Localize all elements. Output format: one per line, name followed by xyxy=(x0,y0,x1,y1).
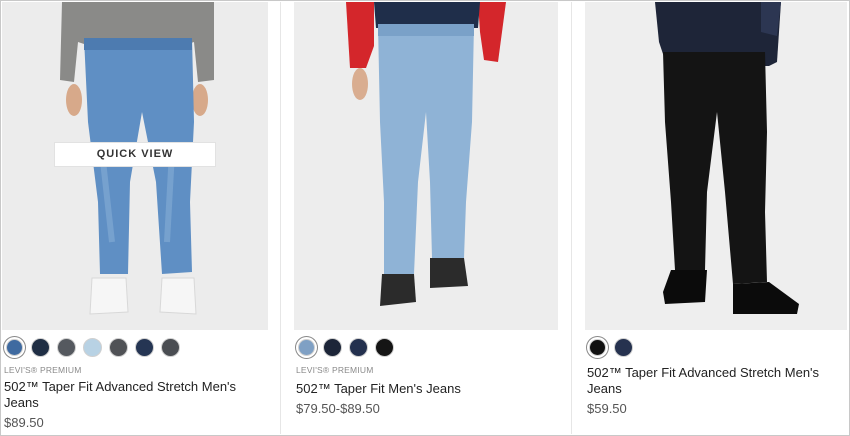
product-price: $89.50 xyxy=(4,415,44,430)
color-swatch[interactable] xyxy=(614,337,633,357)
quick-view-button[interactable]: QUICK VIEW xyxy=(54,142,216,167)
color-swatch[interactable] xyxy=(135,337,154,357)
product-brand: LEVI'S® PREMIUM xyxy=(4,365,82,375)
product-image[interactable] xyxy=(294,2,558,330)
product-price: $59.50 xyxy=(587,401,627,416)
product-price: $79.50-$89.50 xyxy=(296,401,380,416)
column-divider xyxy=(280,2,281,434)
color-swatches xyxy=(2,337,268,357)
color-swatch[interactable] xyxy=(298,338,315,356)
color-swatches xyxy=(585,337,847,357)
column-divider xyxy=(571,2,572,434)
product-name[interactable]: 502™ Taper Fit Men's Jeans xyxy=(294,381,558,397)
product-image[interactable]: QUICK VIEW xyxy=(2,2,268,330)
product-card[interactable]: 502™ Taper Fit Advanced Stretch Men's Je… xyxy=(585,2,847,416)
product-brand: LEVI'S® PREMIUM xyxy=(296,365,374,375)
product-name[interactable]: 502™ Taper Fit Advanced Stretch Men's Je… xyxy=(585,365,847,397)
color-swatch[interactable] xyxy=(6,338,23,356)
color-swatch[interactable] xyxy=(375,337,394,357)
product-card[interactable]: LEVI'S® PREMIUM 502™ Taper Fit Men's Jea… xyxy=(294,2,558,416)
color-swatch[interactable] xyxy=(57,337,76,357)
color-swatch[interactable] xyxy=(349,337,368,357)
product-image[interactable] xyxy=(585,2,847,330)
color-swatch[interactable] xyxy=(589,338,606,356)
color-swatch[interactable] xyxy=(323,337,342,357)
color-swatches xyxy=(294,337,558,357)
color-swatch[interactable] xyxy=(31,337,50,357)
product-card[interactable]: QUICK VIEW LEVI'S® PREMIUM 502™ Taper Fi… xyxy=(2,2,268,430)
color-swatch[interactable] xyxy=(83,337,102,357)
color-swatch[interactable] xyxy=(109,337,128,357)
color-swatch[interactable] xyxy=(161,337,180,357)
product-name[interactable]: 502™ Taper Fit Advanced Stretch Men's Je… xyxy=(2,379,268,411)
